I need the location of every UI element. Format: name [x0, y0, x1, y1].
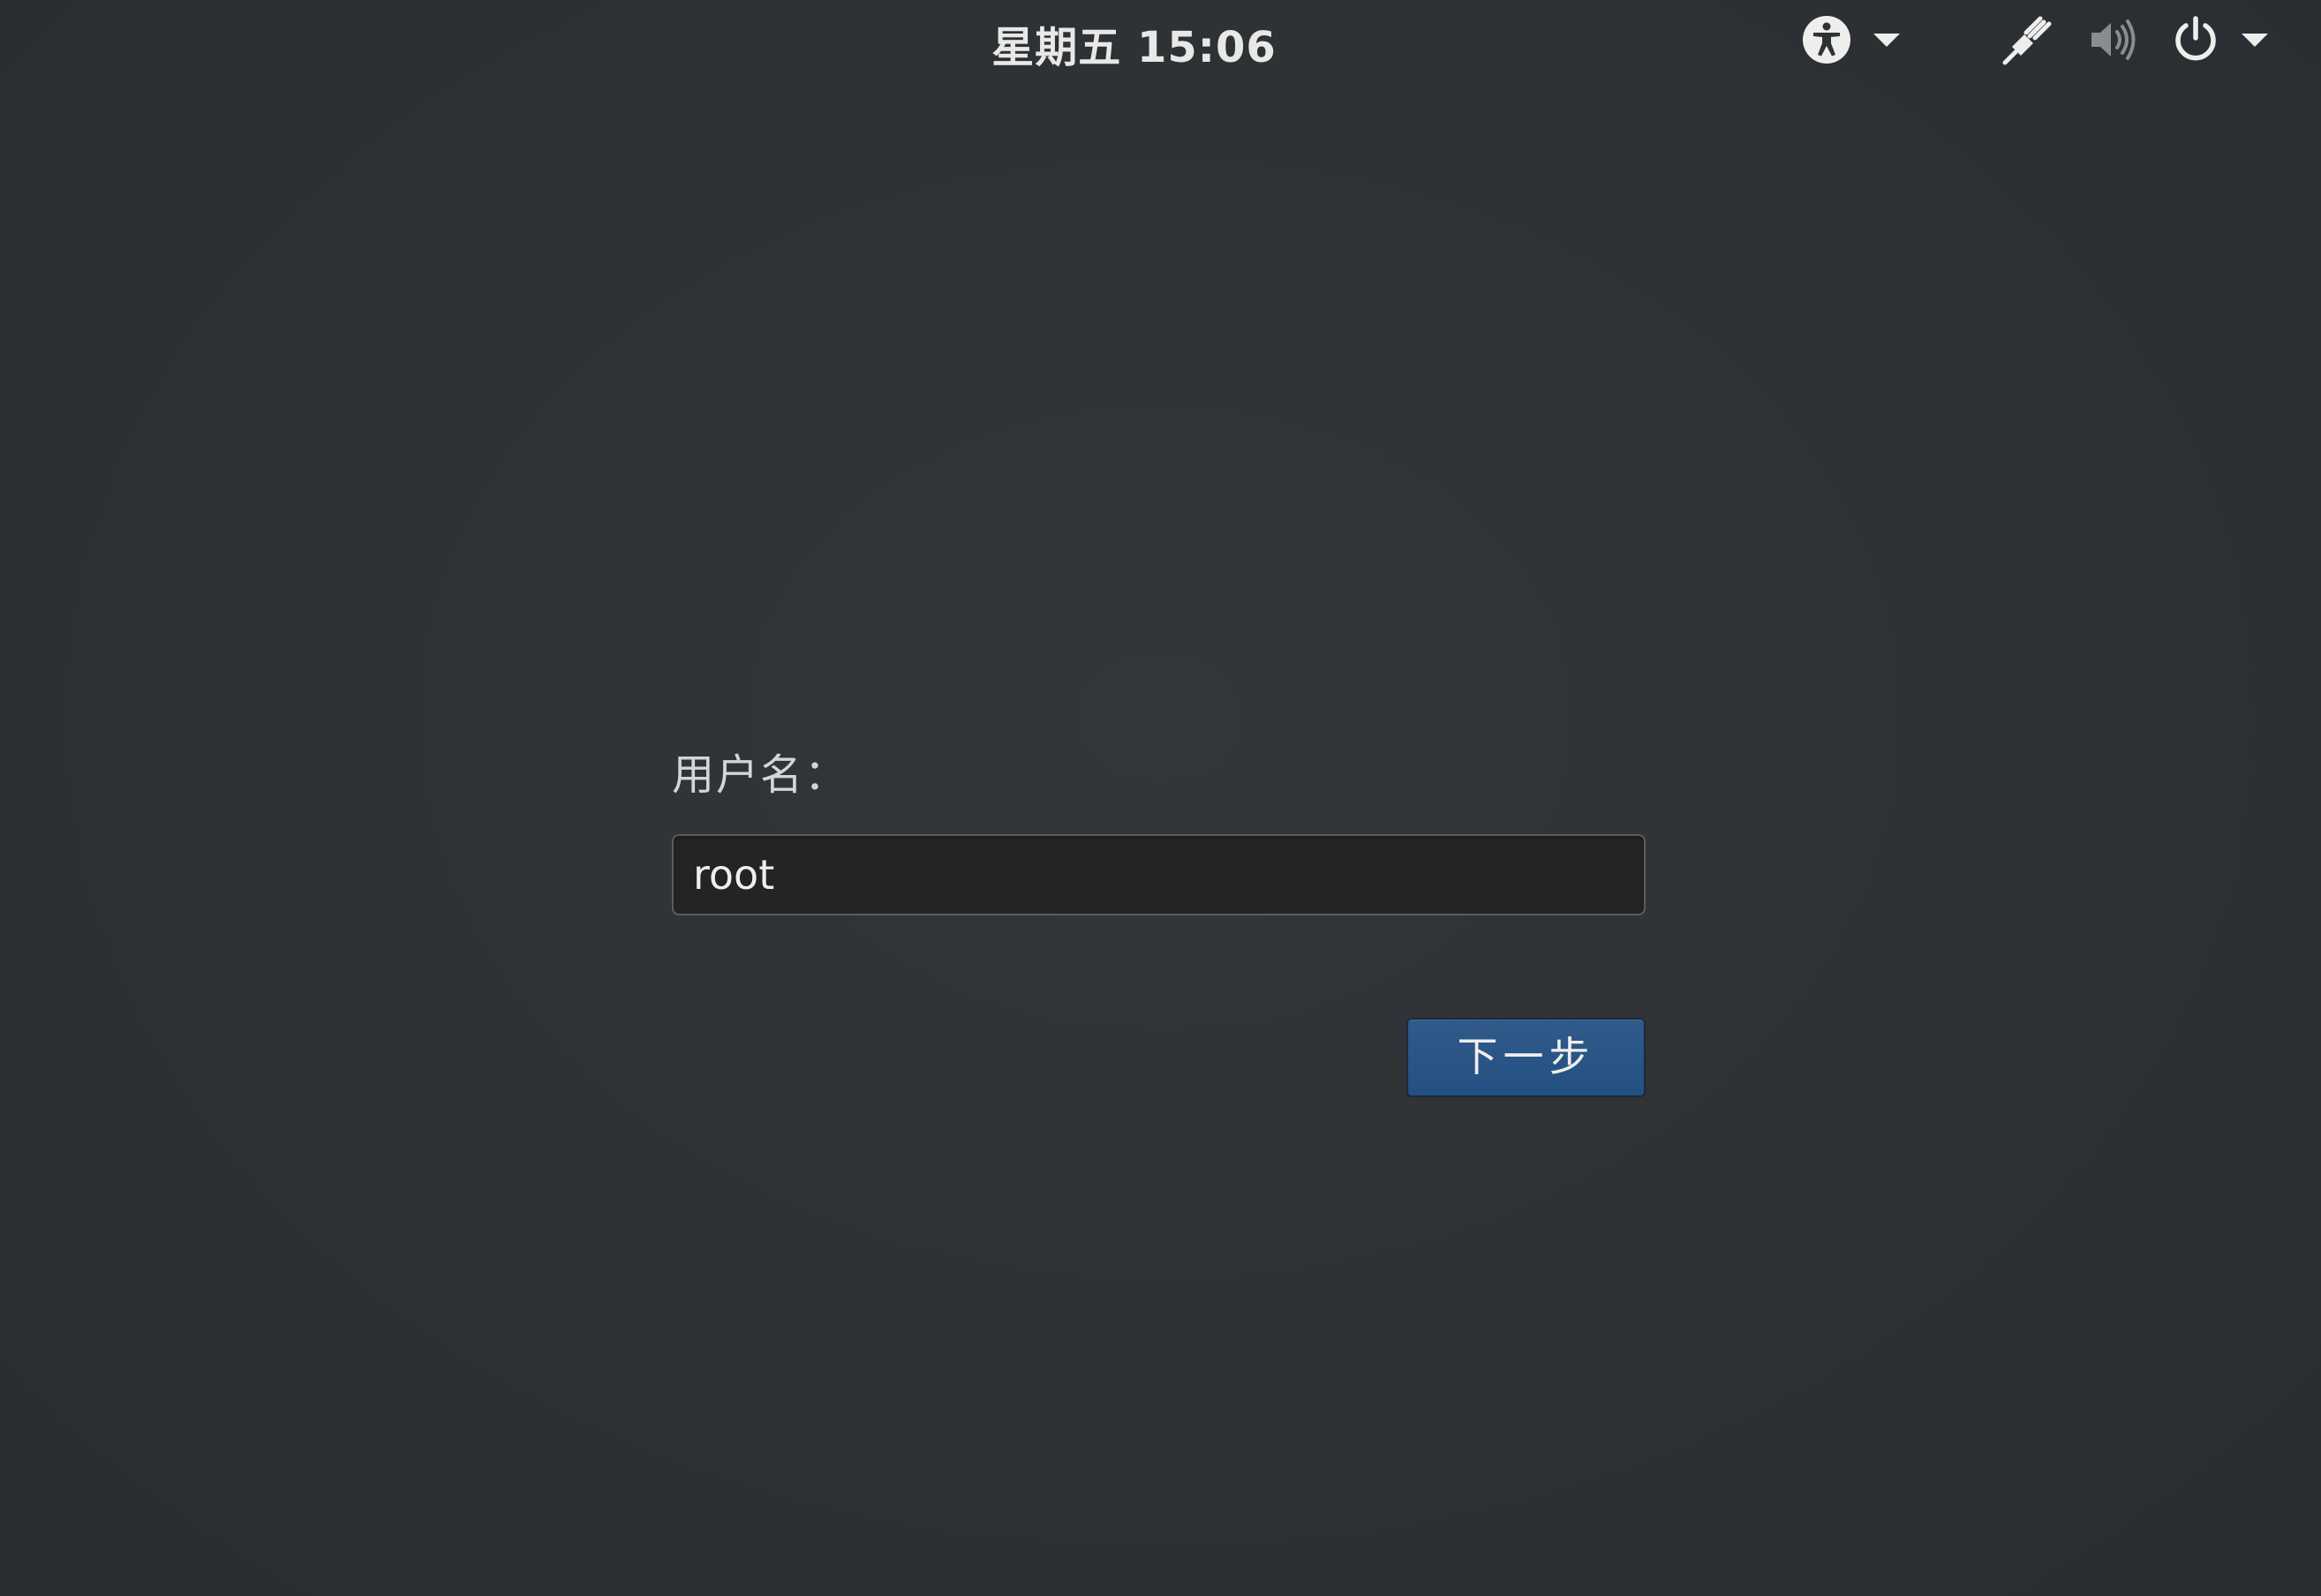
- wired-network-icon: [2000, 13, 2053, 66]
- system-menu[interactable]: [2000, 11, 2270, 69]
- accessibility-menu[interactable]: [1801, 11, 1902, 69]
- caret-down-icon: [2240, 31, 2270, 49]
- clock[interactable]: 星期五 15:06: [0, 12, 2321, 74]
- login-dialog: 用户名： 下一步: [672, 744, 1646, 1097]
- login-screen: 星期五 15:06 用户名： root 下一步: [0, 0, 2321, 1596]
- next-button[interactable]: 下一步: [1406, 1018, 1646, 1097]
- username-label: 用户名：: [672, 750, 849, 800]
- volume-icon: [2086, 14, 2137, 65]
- username-input[interactable]: [672, 834, 1646, 915]
- caret-down-icon: [1872, 31, 1902, 49]
- power-icon: [2171, 15, 2220, 64]
- accessibility-icon: [1801, 14, 1852, 65]
- top-bar: 星期五 15:06: [0, 0, 2321, 81]
